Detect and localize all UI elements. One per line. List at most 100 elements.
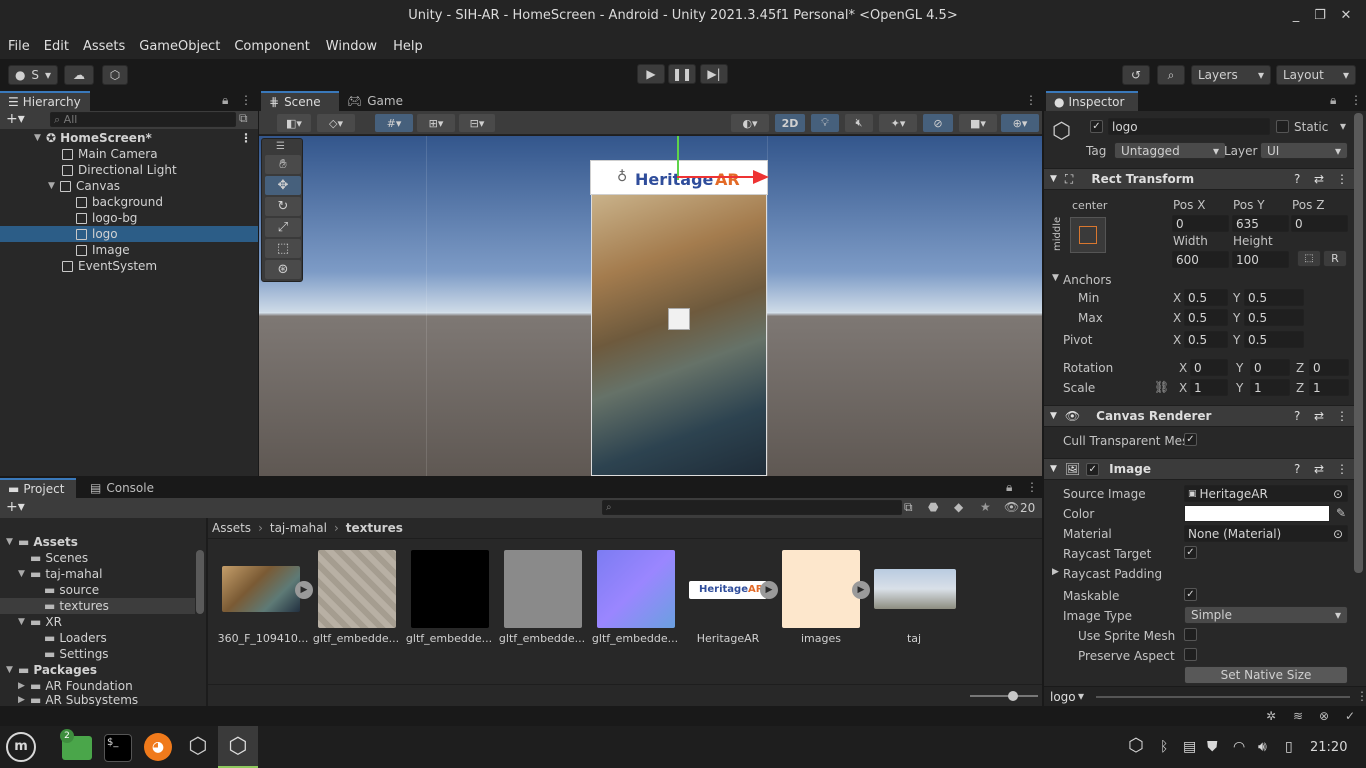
breadcrumb-assets[interactable]: Assets	[212, 521, 251, 535]
tab-inspector[interactable]: ● Inspector	[1046, 91, 1138, 111]
folder-xr[interactable]: ▼ ▬ XR	[0, 614, 205, 630]
audio-icon[interactable]: 🔇︎	[845, 114, 873, 132]
breadcrumb-textures[interactable]: textures	[346, 521, 403, 535]
label-filter-icon[interactable]: ◆	[954, 500, 963, 514]
more-icon[interactable]: ⋮	[1336, 172, 1348, 186]
preview-splitter[interactable]	[1096, 696, 1350, 698]
help-icon[interactable]: ?	[1294, 409, 1300, 423]
anchor-min-y-field[interactable]: 0.5	[1244, 289, 1304, 306]
expand-arrow-icon[interactable]: ▶	[1052, 567, 1059, 577]
history-icon[interactable]: ↺	[1122, 65, 1150, 85]
chevron-down-icon[interactable]: ▾	[1340, 119, 1346, 133]
snap-increment-icon[interactable]: ⊞▾	[417, 114, 455, 132]
cull-transparent-checkbox[interactable]: ✓	[1184, 433, 1197, 446]
menu-window[interactable]: Window	[326, 39, 377, 54]
raycast-target-checkbox[interactable]: ✓	[1184, 546, 1197, 559]
shield-icon[interactable]: ⛊	[1207, 739, 1218, 755]
folder-taj-mahal[interactable]: ▼ ▬ taj-mahal	[0, 566, 205, 582]
preset-icon[interactable]: ⇄	[1314, 409, 1324, 423]
more-icon[interactable]: ⋮	[1336, 409, 1348, 423]
favorite-icon[interactable]: ★	[980, 500, 991, 514]
battery-icon[interactable]: ▯	[1285, 739, 1293, 755]
scale-tool-icon[interactable]: ⤢	[265, 218, 301, 237]
anchor-min-x-field[interactable]: 0.5	[1184, 289, 1228, 306]
bluetooth-icon[interactable]: ᛒ	[1160, 739, 1168, 755]
menu-edit[interactable]: Edit	[44, 39, 69, 54]
menu-gameobject[interactable]: GameObject	[139, 39, 220, 54]
source-image-field[interactable]: ▣ HeritageAR ⊙	[1184, 485, 1348, 502]
maximize-button[interactable]: ❐	[1312, 8, 1328, 24]
scale-x-field[interactable]: 1	[1190, 379, 1228, 396]
expand-arrow-icon[interactable]: ▼	[6, 665, 18, 675]
help-icon[interactable]: ?	[1294, 462, 1300, 476]
expand-arrow-icon[interactable]: ▶	[18, 695, 30, 705]
clock[interactable]: 21:20	[1310, 740, 1347, 755]
asset-gltf-4[interactable]	[597, 550, 675, 628]
terminal-icon[interactable]: $_	[104, 734, 132, 762]
folder-settings[interactable]: ▬ Settings	[0, 646, 205, 662]
object-name-field[interactable]: logo	[1108, 118, 1270, 135]
search-icon[interactable]: ⌕	[1157, 65, 1185, 85]
wifi-icon[interactable]: ◠	[1233, 739, 1245, 755]
folder-ar-subsystems[interactable]: ▶ ▬ AR Subsystems	[0, 694, 205, 706]
tab-scene[interactable]: ⋕ Scene	[261, 91, 339, 111]
minimize-button[interactable]: _	[1288, 8, 1304, 24]
folder-ar-foundation[interactable]: ▶ ▬ AR Foundation	[0, 678, 205, 694]
grid-snap-icon[interactable]: #▾	[375, 114, 413, 132]
help-icon[interactable]: ?	[1294, 172, 1300, 186]
rotation-x-field[interactable]: 0	[1190, 359, 1228, 376]
check-icon[interactable]: ✓	[1345, 709, 1355, 723]
set-native-size-button[interactable]: Set Native Size	[1184, 666, 1348, 684]
eyedropper-icon[interactable]: ✎	[1336, 506, 1346, 520]
hierarchy-item-logo[interactable]: logo	[0, 226, 258, 242]
expand-asset-icon[interactable]: ▶	[852, 581, 870, 599]
debug-icon[interactable]: ✲	[1266, 709, 1276, 723]
layer-dropdown[interactable]: UI ▾	[1260, 142, 1348, 159]
expand-arrow-icon[interactable]: ▼	[34, 133, 46, 143]
splitter[interactable]	[206, 518, 208, 706]
expand-arrow-icon[interactable]: ▼	[18, 617, 30, 627]
preset-icon[interactable]: ⇄	[1314, 462, 1324, 476]
width-field[interactable]: 600	[1172, 251, 1229, 268]
unity-tray-icon[interactable]: ⬡	[1128, 735, 1144, 756]
menu-component[interactable]: Component	[234, 39, 309, 54]
expand-arrow-icon[interactable]: ▼	[48, 181, 60, 191]
asset-taj[interactable]	[874, 569, 956, 609]
hierarchy-item-directional-light[interactable]: Directional Light	[0, 162, 258, 178]
rotation-y-field[interactable]: 0	[1250, 359, 1290, 376]
expand-arrow-icon[interactable]: ▼	[18, 569, 30, 579]
anchor-max-y-field[interactable]: 0.5	[1244, 309, 1304, 326]
hierarchy-item-image[interactable]: Image	[0, 242, 258, 258]
shading-cube-icon[interactable]: ◇▾	[317, 114, 355, 132]
static-checkbox[interactable]	[1276, 120, 1289, 133]
render-mode-icon[interactable]: ◐▾	[731, 114, 769, 132]
more-icon[interactable]: ⋮	[240, 93, 252, 107]
hidden-packages-icon[interactable]: 👁︎	[1004, 500, 1019, 514]
height-field[interactable]: 100	[1232, 251, 1289, 268]
collapse-arrow-icon[interactable]: ▼	[1050, 464, 1057, 474]
unity-hub-icon[interactable]: ⬡	[184, 733, 212, 761]
tab-game[interactable]: 🎮︎ Game	[339, 91, 411, 111]
hierarchy-item-background[interactable]: background	[0, 194, 258, 210]
camera-icon[interactable]: ■▾	[959, 114, 997, 132]
unity-editor-task[interactable]: ⬡	[218, 726, 258, 768]
anchor-preset-button[interactable]	[1070, 217, 1106, 253]
folder-textures[interactable]: ▬ textures	[0, 598, 195, 614]
tag-dropdown[interactable]: Untagged ▾	[1114, 142, 1226, 159]
folder-source[interactable]: ▬ source	[0, 582, 205, 598]
close-button[interactable]: ✕	[1338, 8, 1354, 24]
use-sprite-mesh-checkbox[interactable]	[1184, 628, 1197, 641]
layers-dropdown[interactable]: Layers ▾	[1191, 65, 1271, 85]
hierarchy-item-main-camera[interactable]: Main Camera	[0, 146, 258, 162]
add-icon[interactable]: +▾	[6, 111, 25, 127]
hierarchy-item-logo-bg[interactable]: logo-bg	[0, 210, 258, 226]
lock-icon[interactable]: 🔒︎	[1330, 93, 1336, 108]
tab-hierarchy[interactable]: ☰ Hierarchy	[0, 91, 90, 111]
collapse-arrow-icon[interactable]: ▼	[1050, 411, 1057, 421]
asset-images[interactable]	[782, 550, 860, 628]
zoom-slider-handle[interactable]	[1008, 691, 1018, 701]
rotate-tool-icon[interactable]: ↻	[265, 197, 301, 216]
lock-icon[interactable]: 🔒︎	[1006, 480, 1012, 495]
raw-edit-button[interactable]: R	[1323, 250, 1347, 267]
hand-tool-icon[interactable]: ✋︎	[265, 155, 301, 174]
